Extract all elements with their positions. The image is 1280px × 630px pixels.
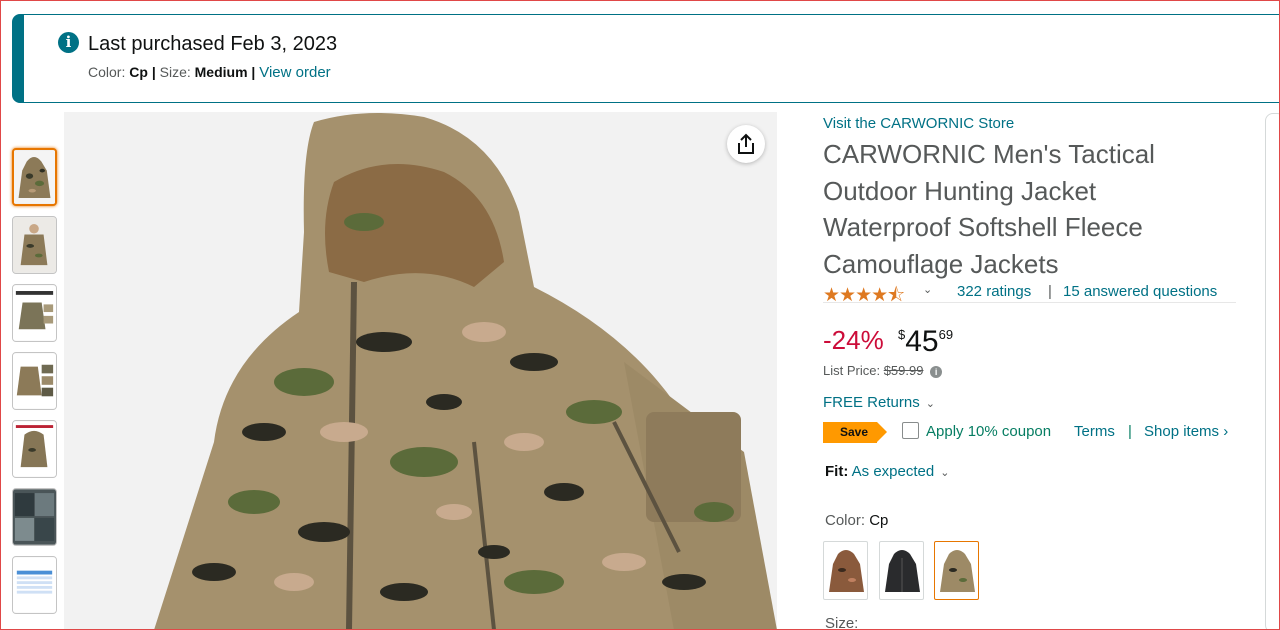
banner-title: Last purchased Feb 3, 2023 <box>88 33 338 55</box>
info-icon[interactable]: i <box>930 365 943 378</box>
info-icon: i <box>58 32 79 53</box>
banner-sep-1: | <box>151 64 156 80</box>
rating-separator: | <box>1048 283 1052 300</box>
banner-color-label: Color: <box>88 64 126 80</box>
answered-questions-link[interactable]: 15 answered questions <box>1063 283 1217 300</box>
thumbnail-size-chart[interactable] <box>12 556 57 614</box>
thumbnail-size-details[interactable] <box>12 352 57 410</box>
thumbnail-model-wearing[interactable] <box>12 216 57 274</box>
features-thumbnail-image <box>13 285 56 341</box>
star-rating-icon[interactable]: ★★★★⯪ <box>823 281 905 313</box>
price: $4569 <box>898 325 953 359</box>
rating-row: ★★★★⯪ ⌄ 322 ratings | 15 answered questi… <box>823 281 1236 306</box>
product-title: CARWORNIC Men's Tactical Outdoor Hunting… <box>823 139 1155 279</box>
banner-meta: Color: Cp | Size: Medium | View order <box>88 64 331 81</box>
thumbnail-strip <box>12 148 58 624</box>
main-product-image[interactable] <box>64 112 777 630</box>
chevron-down-icon[interactable]: ⌄ <box>923 283 932 296</box>
fit-label: Fit: <box>825 463 849 480</box>
thumbnail-fabric-closeup[interactable] <box>12 488 57 546</box>
swatch-black[interactable] <box>879 541 924 600</box>
swatch-cp-camo[interactable] <box>934 541 979 600</box>
view-order-link[interactable]: View order <box>259 64 330 81</box>
banner-size-label: Size: <box>159 64 191 80</box>
chevron-down-icon[interactable]: ⌄ <box>940 467 949 479</box>
share-icon <box>738 133 754 154</box>
terms-link[interactable]: Terms <box>1074 423 1115 440</box>
hood-thumbnail-image <box>13 421 56 477</box>
size-chart-thumbnail-image <box>13 557 56 613</box>
price-currency: $ <box>898 327 906 342</box>
thumbnail-jacket-front[interactable] <box>12 148 57 206</box>
thumbnail-feature-details[interactable] <box>12 284 57 342</box>
save-badge: Save <box>823 422 889 443</box>
model-thumbnail-image <box>13 217 56 273</box>
shop-items-link[interactable]: Shop items › <box>1144 423 1228 440</box>
coupon-label[interactable]: Apply 10% coupon <box>926 423 1051 440</box>
store-link[interactable]: Visit the CARWORNIC Store <box>823 115 1014 132</box>
last-purchased-banner: i Last purchased Feb 3, 2023 Color: Cp |… <box>12 14 1280 103</box>
brown-camo-jacket-icon <box>829 550 864 592</box>
list-price: List Price: $59.99 i <box>823 363 943 378</box>
banner-sep-2: | <box>251 64 256 80</box>
size-label: Size: <box>825 615 859 630</box>
price-fraction: 69 <box>938 327 954 342</box>
details-thumbnail-image <box>13 353 56 409</box>
camo-jacket-image <box>64 112 777 630</box>
buy-box-edge <box>1265 113 1280 630</box>
color-value: Cp <box>869 512 889 529</box>
chevron-down-icon[interactable]: ⌄ <box>926 398 935 410</box>
cp-camo-jacket-icon <box>940 550 975 592</box>
save-badge-tip <box>877 422 887 442</box>
color-label: Color: <box>825 512 866 529</box>
black-jacket-icon <box>885 550 920 592</box>
list-price-value: $59.99 <box>883 363 924 378</box>
fit-value[interactable]: As expected <box>852 463 935 480</box>
fabric-thumbnail-image <box>13 489 56 545</box>
coupon-separator: | <box>1128 423 1132 440</box>
jacket-thumbnail-image <box>14 150 55 204</box>
fit-info[interactable]: Fit: As expected ⌄ <box>825 463 949 480</box>
thumbnail-hood-details[interactable] <box>12 420 57 478</box>
free-returns[interactable]: FREE Returns ⌄ <box>823 394 935 411</box>
coupon-checkbox[interactable] <box>902 422 919 439</box>
discount-percent: -24% <box>823 325 884 355</box>
price-whole: 45 <box>905 325 939 358</box>
list-price-label: List Price: <box>823 363 881 378</box>
save-badge-label: Save <box>840 425 869 439</box>
color-selection: Color: Cp <box>825 512 888 529</box>
swatch-brown-camo[interactable] <box>823 541 868 600</box>
share-button[interactable] <box>727 125 765 163</box>
banner-color-value: Cp <box>129 64 148 80</box>
ratings-link[interactable]: 322 ratings <box>957 283 1031 300</box>
banner-size-value: Medium <box>194 64 248 80</box>
free-returns-label[interactable]: FREE Returns <box>823 394 920 411</box>
